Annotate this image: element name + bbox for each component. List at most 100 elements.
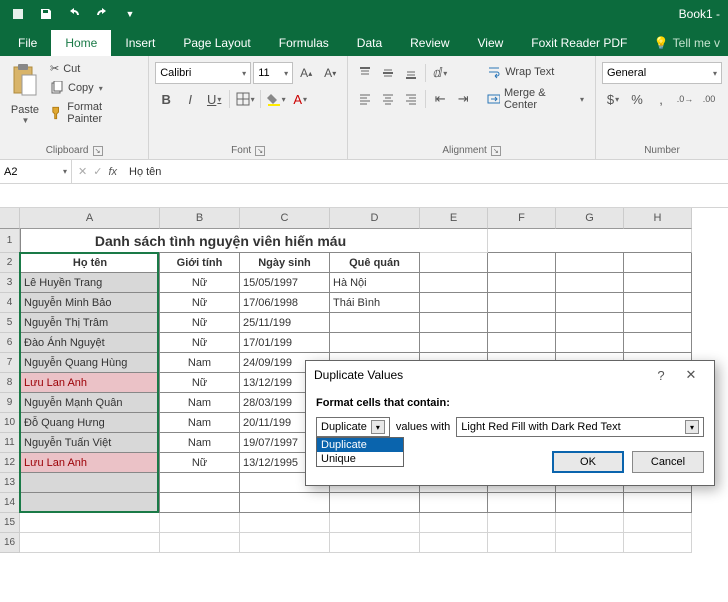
cell[interactable]: Hà Nội: [330, 273, 420, 293]
row-header[interactable]: 1: [0, 229, 20, 253]
cell[interactable]: [160, 513, 240, 533]
fx-icon[interactable]: fx: [108, 166, 117, 178]
cell[interactable]: Nữ: [160, 313, 240, 333]
tab-file[interactable]: File: [4, 30, 51, 56]
orientation-button[interactable]: ⅆ▾: [429, 62, 451, 84]
decrease-indent-button[interactable]: ⇤: [429, 88, 451, 110]
row-header[interactable]: 16: [0, 533, 20, 553]
align-middle-button[interactable]: [377, 62, 399, 84]
cell[interactable]: Nam: [160, 413, 240, 433]
increase-font-button[interactable]: A▴: [295, 62, 317, 84]
cell[interactable]: Nam: [160, 433, 240, 453]
row-header[interactable]: 6: [0, 333, 20, 353]
formula-bar[interactable]: Họ tên: [123, 166, 728, 178]
cell[interactable]: Nữ: [160, 333, 240, 353]
close-button[interactable]: ✕: [676, 367, 706, 383]
cell[interactable]: [624, 293, 692, 313]
cell[interactable]: [330, 333, 420, 353]
dropdown-option-unique[interactable]: Unique: [317, 452, 403, 466]
col-header[interactable]: A: [20, 208, 160, 229]
tab-review[interactable]: Review: [396, 30, 463, 56]
dialog-launcher-icon[interactable]: ↘: [255, 146, 265, 156]
cell[interactable]: [420, 273, 488, 293]
cell[interactable]: Nguyễn Minh Bảo: [20, 293, 160, 313]
cell[interactable]: [556, 333, 624, 353]
qat-customize-icon[interactable]: ▼: [118, 3, 142, 25]
cell[interactable]: [556, 293, 624, 313]
cell[interactable]: [488, 533, 556, 553]
align-left-button[interactable]: [354, 88, 376, 110]
align-top-button[interactable]: [354, 62, 376, 84]
cell[interactable]: [624, 333, 692, 353]
cell[interactable]: [624, 313, 692, 333]
wrap-text-button[interactable]: Wrap Text: [482, 62, 589, 82]
help-button[interactable]: ?: [646, 368, 676, 383]
cell[interactable]: 17/06/1998: [240, 293, 330, 313]
col-header[interactable]: B: [160, 208, 240, 229]
cell[interactable]: [488, 313, 556, 333]
number-format-combo[interactable]: General▾: [602, 62, 722, 84]
decrease-decimal-button[interactable]: .00: [698, 88, 720, 110]
cell[interactable]: [420, 253, 488, 273]
cell[interactable]: [488, 493, 556, 513]
cut-button[interactable]: ✂Cut: [48, 60, 138, 77]
font-size-combo[interactable]: 11▾: [253, 62, 293, 84]
bold-button[interactable]: B: [155, 88, 177, 110]
cancel-formula-icon[interactable]: ✕: [78, 165, 87, 178]
increase-decimal-button[interactable]: .0→: [674, 88, 696, 110]
cell[interactable]: Lưu Lan Anh: [20, 373, 160, 393]
cell[interactable]: [420, 333, 488, 353]
row-header[interactable]: 12: [0, 453, 20, 473]
col-header[interactable]: D: [330, 208, 420, 229]
dialog-titlebar[interactable]: Duplicate Values ? ✕: [306, 361, 714, 389]
cell[interactable]: 15/05/1997: [240, 273, 330, 293]
row-header[interactable]: 11: [0, 433, 20, 453]
cell[interactable]: Nam: [160, 353, 240, 373]
cell[interactable]: [488, 273, 556, 293]
cell[interactable]: [330, 533, 420, 553]
row-header[interactable]: 14: [0, 493, 20, 513]
cell[interactable]: [160, 533, 240, 553]
font-name-combo[interactable]: Calibri▾: [155, 62, 251, 84]
cell-header[interactable]: Giới tính: [160, 253, 240, 273]
align-bottom-button[interactable]: [400, 62, 422, 84]
cell[interactable]: Đỗ Quang Hưng: [20, 413, 160, 433]
cell[interactable]: Nguyễn Quang Hùng: [20, 353, 160, 373]
row-header[interactable]: 2: [0, 253, 20, 273]
format-combo[interactable]: Light Red Fill with Dark Red Text▾: [456, 417, 704, 437]
tell-me[interactable]: 💡Tell me v: [646, 30, 728, 56]
cell[interactable]: [488, 513, 556, 533]
cell[interactable]: [420, 533, 488, 553]
cell[interactable]: Lê Huyền Trang: [20, 273, 160, 293]
font-color-button[interactable]: A▾: [289, 88, 311, 110]
row-header[interactable]: 9: [0, 393, 20, 413]
tab-insert[interactable]: Insert: [111, 30, 169, 56]
cell[interactable]: [330, 493, 420, 513]
cell[interactable]: [420, 493, 488, 513]
cell[interactable]: Nam: [160, 393, 240, 413]
copy-button[interactable]: Copy▾: [48, 79, 138, 97]
row-header[interactable]: 13: [0, 473, 20, 493]
cell[interactable]: [624, 513, 692, 533]
cell[interactable]: [624, 493, 692, 513]
cell[interactable]: [240, 513, 330, 533]
cell[interactable]: [20, 513, 160, 533]
ok-button[interactable]: OK: [552, 451, 624, 473]
decrease-font-button[interactable]: A▾: [319, 62, 341, 84]
row-header[interactable]: 8: [0, 373, 20, 393]
col-header[interactable]: G: [556, 208, 624, 229]
tab-foxit[interactable]: Foxit Reader PDF: [517, 30, 641, 56]
cell[interactable]: [420, 229, 488, 253]
underline-button[interactable]: U▾: [203, 88, 225, 110]
cell[interactable]: [20, 493, 160, 513]
condition-combo[interactable]: Duplicate▾: [316, 417, 390, 437]
cell[interactable]: [330, 313, 420, 333]
cell[interactable]: [556, 229, 624, 253]
align-right-button[interactable]: [400, 88, 422, 110]
cell-header[interactable]: Họ tên: [20, 253, 160, 273]
paste-button[interactable]: Paste ▼: [6, 58, 44, 143]
cell[interactable]: [330, 513, 420, 533]
italic-button[interactable]: I: [179, 88, 201, 110]
cell[interactable]: [420, 513, 488, 533]
cell[interactable]: 25/11/199: [240, 313, 330, 333]
